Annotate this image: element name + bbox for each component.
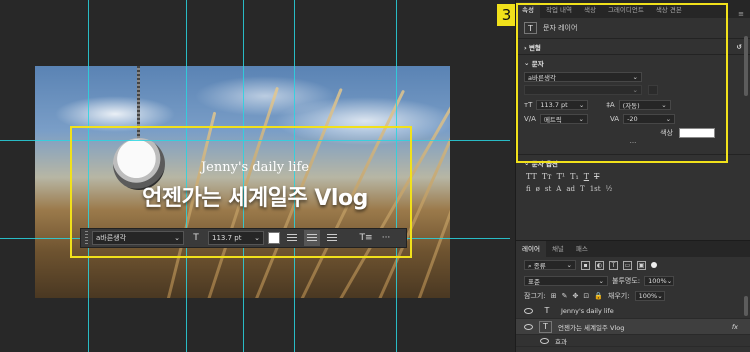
filter-kind-value: 종류 <box>533 261 546 270</box>
layer-name: 언젠가는 세계일주 Vlog <box>558 323 625 332</box>
filter-pixel-icon[interactable]: ▪ <box>581 260 590 270</box>
visibility-eye-icon[interactable] <box>540 337 549 344</box>
lock-all-icon[interactable]: 🔒 <box>594 292 603 300</box>
titling-alternate-icon[interactable]: T <box>580 185 585 193</box>
align-right-button[interactable] <box>324 230 340 246</box>
opacity-field[interactable]: 100% ⌄ <box>644 275 675 286</box>
filter-type-icon[interactable]: T <box>609 260 618 270</box>
highlight-box-character <box>516 3 728 163</box>
filter-toggle-icon[interactable] <box>651 262 657 268</box>
effects-fx-icon[interactable]: fx <box>732 323 750 331</box>
chevron-down-icon: ⌄ <box>566 261 572 269</box>
text-warp-icon: T≡ <box>359 233 373 243</box>
contextual-task-bar: a바른생각 ⌄ T 113.7 pt ⌄ T≡ ··· <box>80 228 407 248</box>
fill-field[interactable]: 100% ⌄ <box>634 290 665 301</box>
layer-row[interactable]: T Jenny's daily life <box>516 303 750 319</box>
chevron-down-icon: ⌄ <box>657 291 663 300</box>
tab-channels[interactable]: 채널 <box>546 241 570 257</box>
align-right-icon <box>327 233 337 243</box>
discretionary-ligature-icon[interactable]: st <box>545 185 551 193</box>
blend-row: 표준 ⌄ 불투명도: 100% ⌄ <box>516 273 750 288</box>
opacity-label: 불투명도: <box>612 276 641 285</box>
small-caps-icon[interactable]: Tт <box>542 172 552 181</box>
layer-row-selected[interactable]: T 언젠가는 세계일주 Vlog fx <box>516 319 750 335</box>
fraction-icon[interactable]: ½ <box>606 185 613 193</box>
fill-label: 채우기: <box>607 291 630 300</box>
text-warp-button[interactable]: T≡ <box>358 230 374 246</box>
layers-scrollbar[interactable] <box>744 296 748 316</box>
visibility-eye-icon[interactable] <box>524 323 533 330</box>
ligature-icon[interactable]: fi <box>526 185 531 193</box>
font-family-select[interactable]: a바른생각 ⌄ <box>92 231 184 245</box>
superscript-icon[interactable]: T¹ <box>557 172 566 181</box>
lock-row: 잠그기: ⊞ ✎ ✥ ⊡ 🔒 채우기: 100% ⌄ <box>516 288 750 303</box>
visibility-eye-icon[interactable] <box>524 307 533 314</box>
layers-panel: 레이어 채널 패스 ⌕ 종류 ⌄ ▪ ◐ T ▭ ▣ 표준 ⌄ 불투명도: 100%… <box>516 240 750 352</box>
chevron-down-icon: ⌄ <box>598 276 604 285</box>
align-center-button[interactable] <box>304 230 320 246</box>
search-icon: ⌕ <box>528 261 532 270</box>
chevron-down-icon: ⌄ <box>254 234 260 242</box>
font-size-select[interactable]: 113.7 pt ⌄ <box>208 231 264 245</box>
blend-mode-value: 표준 <box>528 277 540 286</box>
reset-icon[interactable]: ↺ <box>737 43 742 51</box>
effects-row[interactable]: 효과 <box>516 335 750 347</box>
effects-label: 효과 <box>555 337 567 346</box>
text-layer-icon: T <box>539 320 552 333</box>
panel-menu-icon[interactable]: ≡ <box>738 10 750 18</box>
tab-layers[interactable]: 레이어 <box>516 241 546 257</box>
opentype-row: fi ø st A ad T 1st ½ <box>516 183 750 195</box>
contextual-alternate-icon[interactable]: ø <box>536 185 540 193</box>
drag-handle[interactable] <box>85 231 88 245</box>
swash-icon[interactable]: A <box>556 185 561 193</box>
more-options-button[interactable]: ··· <box>378 230 394 246</box>
align-center-icon <box>307 233 317 243</box>
layer-name: Jenny's daily life <box>561 306 614 315</box>
underline-icon[interactable]: T <box>584 172 589 181</box>
text-color-swatch[interactable] <box>268 232 280 244</box>
lock-pixels-icon[interactable]: ✎ <box>562 292 568 300</box>
text-layer-icon: T <box>544 306 550 315</box>
text-style-row: TT Tт T¹ T₁ T T <box>516 170 750 183</box>
filter-adjustment-icon[interactable]: ◐ <box>595 260 604 270</box>
font-size-icon: T <box>188 230 204 246</box>
layer-filter-select[interactable]: ⌕ 종류 ⌄ <box>524 260 576 270</box>
filter-smart-object-icon[interactable]: ▣ <box>637 260 646 270</box>
fill-value: 100% <box>638 291 658 300</box>
stylistic-alternate-icon[interactable]: ad <box>566 185 575 193</box>
tab-paths[interactable]: 패스 <box>570 241 594 257</box>
lock-artboard-icon[interactable]: ⊡ <box>583 292 589 300</box>
panel-scrollbar[interactable] <box>744 36 748 96</box>
more-icon: ··· <box>381 233 391 243</box>
align-left-button[interactable] <box>284 230 300 246</box>
filter-shape-icon[interactable]: ▭ <box>623 260 632 270</box>
strikethrough-icon[interactable]: T <box>594 172 599 181</box>
lock-label: 잠그기: <box>524 291 546 300</box>
subscript-icon[interactable]: T₁ <box>570 172 579 181</box>
opacity-value: 100% <box>648 276 667 285</box>
lock-position-icon[interactable]: ✥ <box>572 292 578 300</box>
ordinal-icon[interactable]: 1st <box>590 185 601 193</box>
font-size-glyph: T <box>193 233 199 243</box>
step-badge: 3 <box>497 4 516 26</box>
layer-filter-row: ⌕ 종류 ⌄ ▪ ◐ T ▭ ▣ <box>516 257 750 273</box>
layers-tabs: 레이어 채널 패스 <box>516 241 750 257</box>
align-left-icon <box>287 233 297 243</box>
font-size-value: 113.7 pt <box>212 234 242 242</box>
all-caps-icon[interactable]: TT <box>526 172 537 181</box>
lock-transparency-icon[interactable]: ⊞ <box>551 292 557 300</box>
document-canvas[interactable]: Jenny's daily life 언젠가는 세계일주 Vlog a바른생각 … <box>0 0 510 352</box>
chevron-down-icon: ⌄ <box>174 234 180 242</box>
font-family-value: a바른생각 <box>96 234 127 242</box>
chevron-down-icon: ⌄ <box>666 276 673 285</box>
blend-mode-select[interactable]: 표준 ⌄ <box>524 275 608 286</box>
